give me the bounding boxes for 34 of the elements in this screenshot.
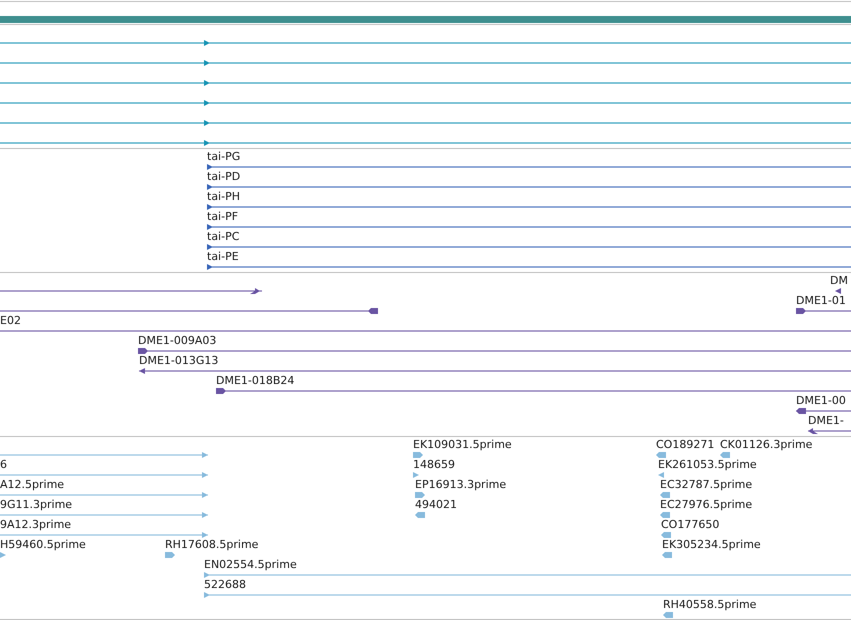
feature-label: A12.5prime [0, 478, 64, 491]
feature-label: EC27976.5prime [660, 498, 752, 511]
feature-label: EK109031.5prime [413, 438, 512, 451]
feature-label: E02 [0, 314, 21, 327]
feature-label: DME1-013G13 [139, 354, 218, 367]
feature-label: DME1-009A03 [138, 334, 216, 347]
feature-label: 9A12.3prime [0, 518, 72, 531]
feature-label: tai-PF [207, 210, 238, 223]
feature-label: 6 [0, 458, 7, 471]
feature-label: DME1-018B24 [216, 374, 294, 387]
feature-label: 9G11.3prime [0, 498, 72, 511]
feature-label: EP16913.3prime [415, 478, 506, 491]
feature-label: DME1-00 [796, 394, 846, 407]
feature-label: EK261053.5prime [658, 458, 757, 471]
feature-label: CO189271 [656, 438, 714, 451]
feature-label: DME1- [808, 414, 844, 427]
feature-label: DME1-01 [796, 294, 846, 307]
feature-label: CO177650 [661, 518, 720, 531]
feature-label: tai-PC [207, 230, 240, 243]
feature-label: tai-PH [207, 190, 240, 203]
feature-label: RH40558.5prime [663, 598, 756, 611]
feature-label: tai-PG [207, 150, 240, 163]
feature-label: EC32787.5prime [660, 478, 752, 491]
feature-label: CK01126.3prime [720, 438, 812, 451]
feature-label: 522688 [204, 578, 246, 591]
feature-label: tai-PE [207, 250, 239, 263]
feature-label: H59460.5prime [0, 538, 86, 551]
feature-label: DM [830, 274, 848, 287]
feature-label: 494021 [415, 498, 457, 511]
feature-label: 148659 [413, 458, 455, 471]
feature-label: tai-PD [207, 170, 240, 183]
feature-label: EK305234.5prime [662, 538, 761, 551]
feature-label: EN02554.5prime [204, 558, 297, 571]
feature-label: RH17608.5prime [165, 538, 258, 551]
